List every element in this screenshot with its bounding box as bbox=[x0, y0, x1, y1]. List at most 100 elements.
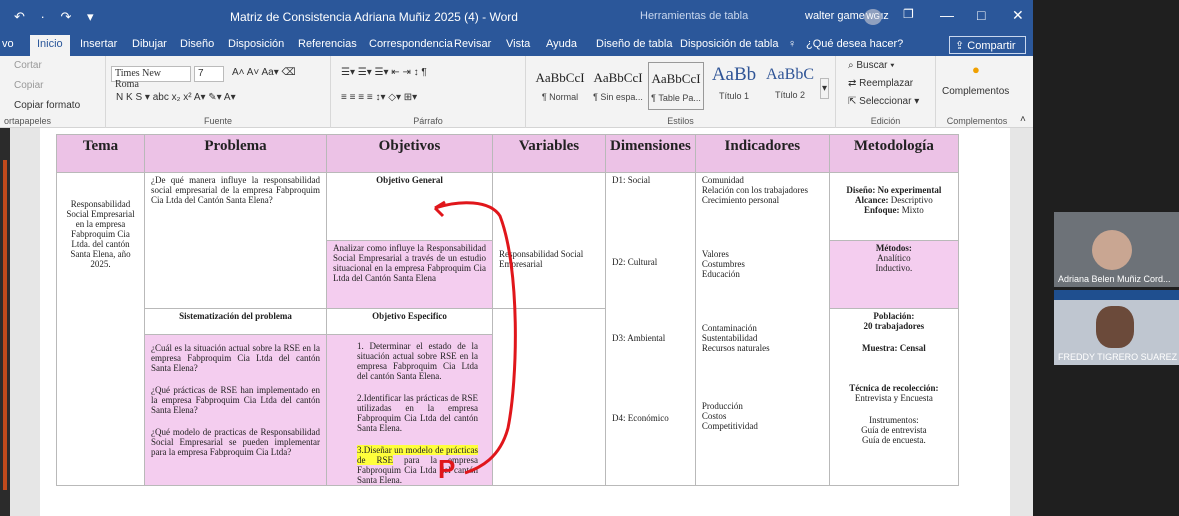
style-table-paragraph[interactable]: AaBbCcI ¶ Table Pa... bbox=[648, 62, 704, 110]
addins-group: ● Complementos Complementos bbox=[936, 56, 1018, 128]
font-name-select[interactable]: Times New Roma bbox=[111, 66, 191, 90]
objetivo-especifico-title: Objetivo Especifico bbox=[326, 308, 493, 335]
cut-button[interactable]: Cortar bbox=[14, 60, 42, 71]
style-no-spacing[interactable]: AaBbCcI ¶ Sin espa... bbox=[590, 62, 646, 110]
metodologia-poblacion-cell: Población: 20 trabajadores Muestra: Cens… bbox=[828, 308, 959, 486]
share-icon: ⇪ bbox=[955, 40, 968, 52]
styles-label: Estilos bbox=[667, 116, 694, 126]
replace-icon: ⇄ bbox=[848, 78, 860, 89]
ribbon: Cortar Copiar Copiar formato ortapapeles… bbox=[0, 56, 1033, 128]
quick-access-toolbar[interactable]: ↶ · ↷ ▾ bbox=[14, 9, 99, 25]
header-objetivos: Objetivos bbox=[326, 134, 493, 173]
tab-diseno-de-tabla[interactable]: Diseño de tabla bbox=[596, 38, 672, 50]
video-participants-panel: Adriana Belen Muñiz Cord... FREDDY TIGRE… bbox=[1054, 212, 1179, 372]
replace-button[interactable]: ⇄ Reemplazar bbox=[848, 78, 913, 89]
dimension-cultural: D2: Cultural bbox=[612, 257, 658, 267]
participant-tile[interactable]: Adriana Belen Muñiz Cord... bbox=[1054, 212, 1179, 287]
table-row: Responsabilidad Social Empresarial en la… bbox=[56, 172, 959, 486]
addins-icon: ● bbox=[972, 62, 980, 77]
font-label: Fuente bbox=[203, 116, 233, 126]
metodologia-diseno-cell: Diseño: No experimental Alcance: Descrip… bbox=[828, 172, 959, 241]
font-format-buttons[interactable]: N K S ▾ abc x₂ x² A▾ ✎▾ A▾ bbox=[116, 92, 236, 103]
participant-banner bbox=[1054, 290, 1179, 300]
header-indicadores: Indicadores bbox=[694, 134, 830, 173]
orange-accent-bar bbox=[3, 160, 7, 490]
dimensiones-cell: D1: Social D2: Cultural D3: Ambiental D4… bbox=[605, 172, 696, 486]
font-size-buttons[interactable]: A˄ A˅ Aa▾ ⌫ bbox=[232, 67, 296, 78]
styles-more-button[interactable]: ▾ bbox=[820, 78, 830, 99]
dimension-ambiental: D3: Ambiental bbox=[612, 333, 666, 343]
participant-video bbox=[1092, 230, 1132, 270]
addins-label: Complementos bbox=[946, 116, 1008, 126]
document-area: Tema Problema Objetivos Variables Dimens… bbox=[10, 128, 1033, 516]
tab-insertar[interactable]: Insertar bbox=[80, 38, 117, 50]
tab-vista[interactable]: Vista bbox=[506, 38, 530, 50]
lightbulb-icon[interactable]: ♀ bbox=[788, 38, 796, 50]
tab-previous[interactable]: vo bbox=[2, 38, 14, 50]
list-buttons[interactable]: ☰▾ ☰▾ ☰▾ ⇤ ⇥ ↕ ¶ bbox=[341, 67, 427, 78]
dimension-social: D1: Social bbox=[612, 175, 651, 185]
ribbon-display-icon[interactable]: ❐ bbox=[903, 7, 914, 21]
collapse-ribbon-icon[interactable]: ˄ bbox=[1020, 114, 1026, 125]
font-group: Times New Roma 7 A˄ A˅ Aa▾ ⌫ N K S ▾ abc… bbox=[106, 56, 331, 128]
copy-button[interactable]: Copiar bbox=[14, 80, 43, 91]
share-button[interactable]: ⇪ Compartir ▾ bbox=[949, 36, 1026, 65]
tab-disposicion[interactable]: Disposición bbox=[228, 38, 284, 50]
tab-dibujar[interactable]: Dibujar bbox=[132, 38, 167, 50]
title-bar: ↶ · ↷ ▾ Matriz de Consistencia Adriana M… bbox=[0, 0, 1033, 34]
tab-correspondencia[interactable]: Correspondencia bbox=[369, 38, 453, 50]
tab-inicio[interactable]: Inicio bbox=[30, 35, 70, 56]
avatar[interactable]: WG bbox=[864, 9, 882, 25]
tell-me-search[interactable]: ¿Qué desea hacer? bbox=[806, 38, 903, 50]
document-page[interactable]: Tema Problema Objetivos Variables Dimens… bbox=[40, 128, 1010, 516]
problema-general-cell: ¿De qué manera influye la responsabilida… bbox=[144, 172, 327, 309]
style-heading-1[interactable]: AaBb Título 1 bbox=[706, 62, 762, 110]
styles-group: AaBbCcI ¶ Normal AaBbCcI ¶ Sin espa... AaB… bbox=[526, 56, 836, 128]
tema-cell: Responsabilidad Social Empresarial en la… bbox=[56, 172, 145, 486]
minimize-button[interactable]: — bbox=[940, 7, 954, 23]
participant-name: Adriana Belen Muñiz Cord... bbox=[1058, 274, 1171, 284]
editing-group: ⌕ Buscar ▾ ⇄ Reemplazar ⇱ Seleccionar ▾ … bbox=[836, 56, 936, 128]
objetivo-general-title: Objetivo General bbox=[326, 172, 493, 241]
format-painter-button[interactable]: Copiar formato bbox=[14, 100, 80, 111]
tab-disposicion-de-tabla[interactable]: Disposición de tabla bbox=[680, 38, 778, 50]
document-title: Matriz de Consistencia Adriana Muñiz 202… bbox=[230, 10, 518, 24]
variable-empty-cell bbox=[492, 308, 606, 486]
indicator-group: Comunidad Relación con los trabajadores Cr… bbox=[701, 175, 809, 205]
word-window: ↶ · ↷ ▾ Matriz de Consistencia Adriana M… bbox=[0, 0, 1179, 516]
cursor-icon: ⇱ bbox=[848, 96, 860, 107]
style-normal[interactable]: AaBbCcI ¶ Normal bbox=[532, 62, 588, 110]
tab-referencias[interactable]: Referencias bbox=[298, 38, 357, 50]
context-tools-title: Herramientas de tabla bbox=[640, 10, 749, 22]
indicator-group: Valores Costumbres Educación bbox=[701, 249, 745, 279]
metodos-cell: Métodos: Analítico Inductivo. bbox=[828, 240, 959, 309]
header-variables: Variables bbox=[492, 134, 606, 173]
header-tema: Tema bbox=[56, 134, 145, 173]
header-row: Tema Problema Objetivos Variables Dimens… bbox=[56, 134, 959, 173]
consistency-matrix-table[interactable]: Tema Problema Objetivos Variables Dimens… bbox=[56, 134, 959, 486]
dimension-economico: D4: Económico bbox=[612, 413, 669, 423]
sistematizacion-title: Sistematización del problema bbox=[144, 308, 327, 335]
variable-cell: Responsabilidad Social Empresarial bbox=[492, 172, 606, 309]
sistematizacion-cell: ¿Cuál es la situación actual sobre la RS… bbox=[144, 334, 327, 486]
maximize-button[interactable]: □ bbox=[977, 7, 985, 23]
indicator-group: Contaminación Sustentabilidad Recursos nat… bbox=[701, 323, 770, 353]
select-button[interactable]: ⇱ Seleccionar ▾ bbox=[848, 96, 919, 107]
style-heading-2[interactable]: AaBbC Título 2 bbox=[762, 62, 818, 110]
align-buttons[interactable]: ≡ ≡ ≡ ≡ ↕▾ ◇▾ ⊞▾ bbox=[341, 92, 417, 103]
ribbon-tabs: vo Inicio Insertar Dibujar Diseño Dispos… bbox=[0, 34, 1033, 65]
objetivo-general-cell: Analizar como influye la Responsabilidad… bbox=[326, 240, 493, 309]
share-label: Compartir bbox=[967, 40, 1016, 52]
close-button[interactable]: ✕ bbox=[1012, 7, 1024, 24]
tab-revisar[interactable]: Revisar bbox=[454, 38, 491, 50]
clipboard-group: Cortar Copiar Copiar formato ortapapeles bbox=[0, 56, 106, 128]
tab-diseno[interactable]: Diseño bbox=[180, 38, 214, 50]
find-button[interactable]: ⌕ Buscar ▾ bbox=[848, 60, 895, 71]
paragraph-group: ☰▾ ☰▾ ☰▾ ⇤ ⇥ ↕ ¶ ≡ ≡ ≡ ≡ ↕▾ ◇▾ ⊞▾ Párraf… bbox=[331, 56, 526, 128]
addins-button[interactable]: Complementos bbox=[942, 86, 1009, 97]
tab-ayuda[interactable]: Ayuda bbox=[546, 38, 577, 50]
header-metodologia: Metodología bbox=[828, 134, 959, 173]
font-size-select[interactable]: 7 bbox=[194, 66, 224, 82]
header-dimensiones: Dimensiones bbox=[605, 134, 696, 173]
participant-tile[interactable]: FREDDY TIGRERO SUAREZ bbox=[1054, 290, 1179, 365]
